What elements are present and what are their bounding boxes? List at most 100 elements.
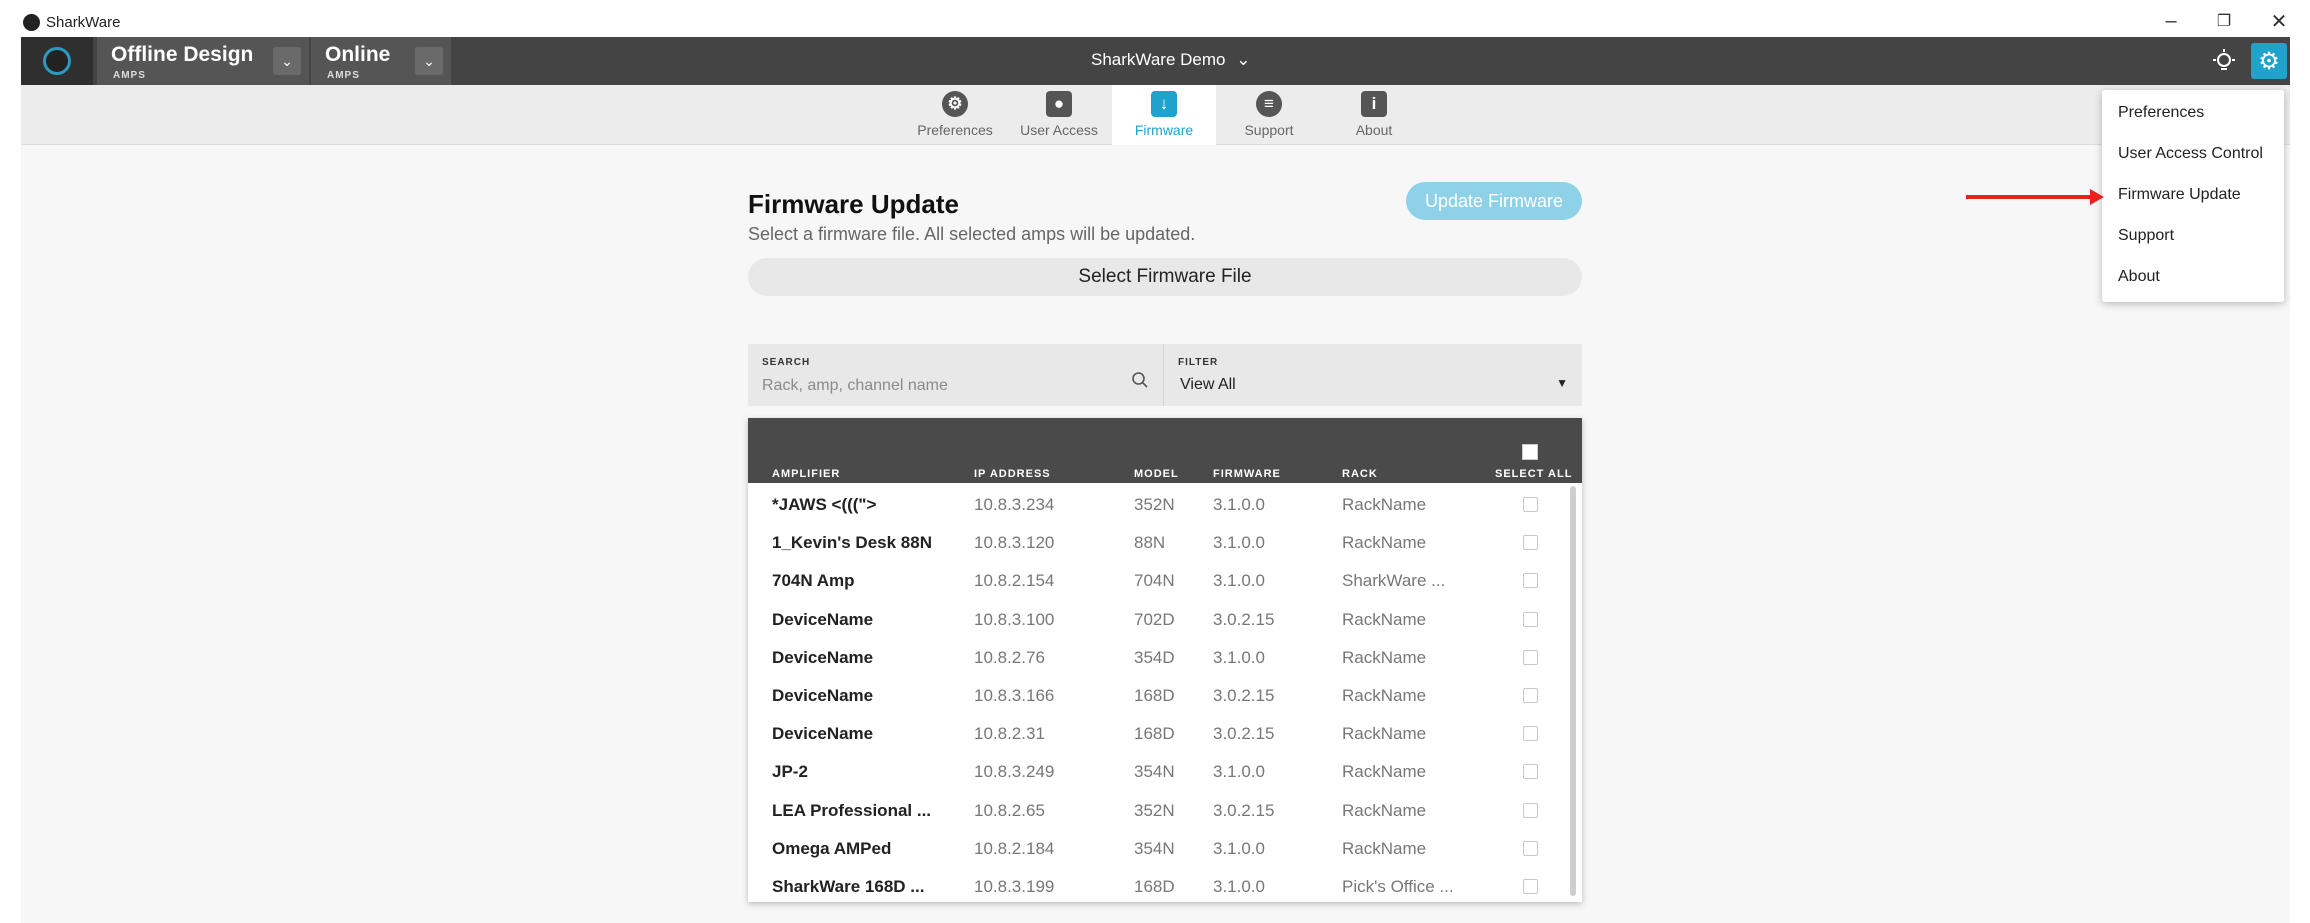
cell-model: 702D bbox=[1134, 609, 1175, 629]
window-titlebar: SharkWare – ❐ ✕ bbox=[0, 0, 2310, 37]
app-name: SharkWare bbox=[46, 14, 121, 31]
cell-ip-address: 10.8.2.31 bbox=[974, 724, 1045, 744]
restore-icon[interactable]: ❐ bbox=[2211, 8, 2237, 34]
column-header-model[interactable]: MODEL bbox=[1134, 468, 1179, 480]
column-header-firmware[interactable]: FIRMWARE bbox=[1213, 468, 1281, 480]
project-selector[interactable]: SharkWare Demo ⌄ bbox=[1091, 50, 1250, 70]
settings-gear-icon[interactable]: ⚙ bbox=[2251, 43, 2287, 79]
project-title: SharkWare Demo bbox=[1091, 50, 1226, 69]
menu-item-user-access-control[interactable]: User Access Control bbox=[2118, 145, 2263, 163]
cell-ip-address: 10.8.3.120 bbox=[974, 533, 1055, 553]
table-row[interactable]: DeviceName 10.8.2.31 168D 3.0.2.15 RackName bbox=[748, 715, 1570, 753]
row-select-checkbox[interactable] bbox=[1523, 573, 1538, 589]
menu-item-support[interactable]: Support bbox=[2118, 227, 2174, 245]
cell-rack: RackName bbox=[1342, 724, 1427, 744]
table-row[interactable]: DeviceName 10.8.3.166 168D 3.0.2.15 RackName bbox=[748, 677, 1570, 715]
tab-label: Preferences bbox=[917, 122, 993, 138]
cell-model: 352N bbox=[1134, 495, 1175, 514]
cell-rack: RackName bbox=[1342, 495, 1427, 514]
row-select-checkbox[interactable] bbox=[1523, 840, 1538, 856]
cell-amplifier: Omega AMPed bbox=[772, 838, 892, 858]
table-row[interactable]: 1_Kevin's Desk 88N 10.8.3.120 88N 3.1.0.0 Ra… bbox=[748, 524, 1570, 562]
chevron-down-icon[interactable]: ⌄ bbox=[273, 47, 301, 75]
mode-subtitle: AMPS bbox=[113, 70, 146, 81]
lightbulb-icon[interactable] bbox=[2206, 43, 2242, 79]
app-header: Offline Design AMPS ⌄ Online AMPS ⌄ Shar… bbox=[21, 37, 2290, 85]
cell-firmware: 3.0.2.15 bbox=[1213, 686, 1275, 705]
cell-ip-address: 10.8.3.249 bbox=[974, 762, 1055, 782]
cell-amplifier: 1_Kevin's Desk 88N bbox=[772, 533, 932, 553]
tab-firmware[interactable]: ↓ Firmware bbox=[1112, 85, 1216, 145]
column-header-amplifier[interactable]: AMPLIFIER bbox=[772, 468, 840, 480]
row-select-checkbox[interactable] bbox=[1523, 649, 1538, 665]
cell-ip-address: 10.8.3.234 bbox=[974, 495, 1055, 514]
cell-rack: RackName bbox=[1342, 533, 1427, 553]
table-row[interactable]: *JAWS <((("> 10.8.3.234 352N 3.1.0.0 RackNam… bbox=[748, 486, 1570, 524]
cell-model: 352N bbox=[1134, 800, 1175, 820]
update-firmware-button[interactable]: Update Firmware bbox=[1406, 182, 1582, 220]
chevron-down-icon[interactable]: ⌄ bbox=[415, 47, 443, 75]
cell-ip-address: 10.8.2.76 bbox=[974, 647, 1045, 667]
cell-rack: Pick's Office ... bbox=[1342, 877, 1454, 896]
table-row[interactable]: SharkWare 168D ... 10.8.3.199 168D 3.1.0.0 P… bbox=[748, 868, 1570, 906]
cell-ip-address: 10.8.2.184 bbox=[974, 838, 1055, 858]
minimize-icon[interactable]: – bbox=[2158, 8, 2184, 34]
row-select-checkbox[interactable] bbox=[1523, 802, 1538, 818]
row-select-checkbox[interactable] bbox=[1523, 497, 1538, 512]
table-row[interactable]: JP-2 10.8.3.249 354N 3.1.0.0 RackName bbox=[748, 753, 1570, 791]
menu-item-about[interactable]: About bbox=[2118, 268, 2160, 286]
table-row[interactable]: 704N Amp 10.8.2.154 704N 3.1.0.0 SharkWare .… bbox=[748, 562, 1570, 600]
mode-title: Offline Design bbox=[111, 43, 254, 66]
menu-item-preferences[interactable]: Preferences bbox=[2118, 104, 2204, 122]
close-icon[interactable]: ✕ bbox=[2266, 8, 2292, 34]
search-input[interactable] bbox=[762, 374, 1122, 398]
cell-firmware: 3.1.0.0 bbox=[1213, 533, 1265, 553]
cell-rack: RackName bbox=[1342, 762, 1427, 782]
table-row[interactable]: DeviceName 10.8.3.100 702D 3.0.2.15 RackName bbox=[748, 601, 1570, 639]
filter-select[interactable]: FILTER View All ▼ bbox=[1163, 344, 1582, 406]
select-all-label: SELECT ALL bbox=[1495, 468, 1573, 480]
menu-item-firmware-update[interactable]: Firmware Update bbox=[2118, 186, 2241, 204]
table-scrollbar[interactable] bbox=[1570, 486, 1576, 896]
settings-tabs: ⚙ Preferences ● User Access ↓ Firmware ≡… bbox=[21, 85, 2290, 145]
gear-icon: ⚙ bbox=[942, 91, 968, 117]
page-title: Firmware Update bbox=[748, 189, 959, 219]
cell-rack: SharkWare ... bbox=[1342, 571, 1446, 591]
column-header-rack[interactable]: RACK bbox=[1342, 468, 1378, 480]
cell-rack: RackName bbox=[1342, 686, 1427, 705]
annotation-arrow-line bbox=[1966, 195, 2094, 199]
select-all-checkbox[interactable] bbox=[1522, 444, 1538, 460]
cell-ip-address: 10.8.3.100 bbox=[974, 609, 1055, 629]
settings-menu: Preferences User Access Control Firmware… bbox=[2102, 90, 2284, 302]
download-icon: ↓ bbox=[1151, 91, 1177, 117]
info-icon: i bbox=[1361, 91, 1387, 117]
mode-offline-design[interactable]: Offline Design AMPS ⌄ bbox=[97, 37, 309, 85]
row-select-checkbox[interactable] bbox=[1523, 535, 1538, 551]
page-subtitle: Select a firmware file. All selected amp… bbox=[748, 224, 1196, 244]
filter-value: View All bbox=[1180, 376, 1236, 393]
row-select-checkbox[interactable] bbox=[1523, 764, 1538, 780]
search-icon[interactable] bbox=[1131, 371, 1149, 389]
brand-logo[interactable] bbox=[21, 37, 93, 85]
cell-firmware: 3.1.0.0 bbox=[1213, 762, 1265, 782]
tab-preferences[interactable]: ⚙ Preferences bbox=[903, 85, 1007, 145]
table-row[interactable]: DeviceName 10.8.2.76 354D 3.1.0.0 RackName bbox=[748, 639, 1570, 677]
cell-rack: RackName bbox=[1342, 800, 1427, 820]
cell-amplifier: DeviceName bbox=[772, 647, 874, 667]
row-select-checkbox[interactable] bbox=[1523, 726, 1538, 742]
tab-support[interactable]: ≡ Support bbox=[1217, 85, 1321, 145]
tab-user-access[interactable]: ● User Access bbox=[1007, 85, 1111, 145]
column-header-ip[interactable]: IP ADDRESS bbox=[974, 468, 1051, 480]
mode-online[interactable]: Online AMPS ⌄ bbox=[311, 37, 451, 85]
cell-model: 704N bbox=[1134, 571, 1175, 591]
row-select-checkbox[interactable] bbox=[1523, 611, 1538, 627]
row-select-checkbox[interactable] bbox=[1523, 879, 1538, 894]
select-firmware-file-button[interactable]: Select Firmware File bbox=[748, 258, 1582, 296]
search-label: SEARCH bbox=[762, 357, 811, 368]
tab-label: Firmware bbox=[1134, 122, 1194, 138]
row-select-checkbox[interactable] bbox=[1523, 688, 1538, 703]
cell-firmware: 3.0.2.15 bbox=[1213, 609, 1275, 629]
tab-about[interactable]: i About bbox=[1322, 85, 1426, 145]
table-row[interactable]: Omega AMPed 10.8.2.184 354N 3.1.0.0 RackName bbox=[748, 830, 1570, 868]
table-row[interactable]: LEA Professional ... 10.8.2.65 352N 3.0.2.1… bbox=[748, 792, 1570, 830]
